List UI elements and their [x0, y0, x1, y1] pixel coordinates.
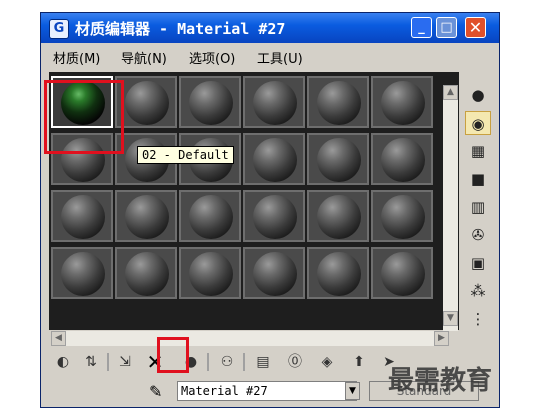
put-to-library-icon[interactable]: ⚇	[215, 350, 239, 374]
select-by-material-icon[interactable]: ⁂	[465, 279, 491, 303]
show-end-result-icon[interactable]: ◈	[315, 350, 339, 374]
minimize-button[interactable]: _	[411, 17, 432, 38]
sample-slot[interactable]	[115, 247, 177, 299]
scroll-down-icon[interactable]: ▼	[443, 311, 458, 326]
title-bar[interactable]: G 材质编辑器 - Material #27 _ □ ✕	[41, 13, 499, 43]
scroll-left-icon[interactable]: ◀	[51, 331, 66, 346]
watermark: 最需教育	[388, 366, 493, 396]
sample-slot[interactable]	[243, 247, 305, 299]
menu-material[interactable]: 材质(M)	[53, 48, 100, 67]
sample-slots-panel	[49, 72, 459, 330]
toolbar-separator	[207, 353, 209, 371]
material-sphere-icon	[317, 138, 361, 182]
sample-slot[interactable]	[243, 133, 305, 185]
go-to-parent-icon[interactable]: ⬆	[347, 350, 371, 374]
assign-to-selection-icon[interactable]: ⇲	[113, 350, 137, 374]
video-color-check-icon[interactable]: ▥	[465, 195, 491, 219]
material-sphere-icon	[61, 81, 105, 125]
material-sphere-icon	[61, 252, 105, 296]
vertical-scrollbar[interactable]: ▲ ▼	[443, 85, 458, 331]
sample-slot[interactable]	[243, 76, 305, 128]
material-sphere-icon	[61, 138, 105, 182]
material-name-field[interactable]: Material #27	[177, 381, 357, 401]
scroll-right-icon[interactable]: ▶	[434, 331, 449, 346]
slot-tooltip: 02 - Default	[137, 146, 234, 164]
material-sphere-icon	[381, 195, 425, 239]
scroll-up-icon[interactable]: ▲	[443, 85, 458, 100]
material-sphere-icon	[125, 81, 169, 125]
show-map-in-viewport-icon[interactable]: ⓪	[283, 350, 307, 374]
material-sphere-icon	[381, 81, 425, 125]
sample-slot[interactable]	[51, 133, 113, 185]
material-sphere-icon	[125, 195, 169, 239]
sample-slot[interactable]	[115, 190, 177, 242]
menu-bar: 材质(M) 导航(N) 选项(O) 工具(U)	[41, 45, 499, 67]
horizontal-scrollbar[interactable]: ◀ ▶	[51, 331, 449, 346]
window-title: 材质编辑器 - Material #27	[75, 20, 286, 38]
material-sphere-icon	[317, 195, 361, 239]
material-editor-window: G 材质编辑器 - Material #27 _ □ ✕ 材质(M) 导航(N)…	[40, 12, 500, 408]
pick-material-icon[interactable]: ✎	[149, 382, 162, 401]
toolbar-separator	[107, 353, 109, 371]
material-sphere-icon	[61, 195, 105, 239]
sample-slot[interactable]	[307, 247, 369, 299]
sample-type-sphere-icon[interactable]: ●	[465, 83, 491, 107]
get-material-icon[interactable]: ◐	[51, 350, 75, 374]
sample-uv-tiling-icon[interactable]: ■	[465, 167, 491, 191]
material-sphere-icon	[189, 195, 233, 239]
background-checker-icon[interactable]: ▦	[465, 139, 491, 163]
sample-slot[interactable]	[307, 190, 369, 242]
sample-slot[interactable]	[371, 247, 433, 299]
chevron-down-icon[interactable]: ▼	[345, 382, 360, 400]
material-sphere-icon	[253, 81, 297, 125]
options-icon[interactable]: ▣	[465, 251, 491, 275]
toolbar-separator	[243, 353, 245, 371]
material-sphere-icon	[317, 81, 361, 125]
sample-slot[interactable]	[179, 190, 241, 242]
material-id-channel-icon[interactable]: ▤	[251, 350, 275, 374]
material-sphere-icon	[317, 252, 361, 296]
reset-map-icon[interactable]: ✕	[143, 350, 167, 374]
sample-slot[interactable]	[51, 76, 113, 128]
make-preview-icon[interactable]: ✇	[465, 223, 491, 247]
material-sphere-icon	[125, 252, 169, 296]
sample-slot[interactable]	[307, 133, 369, 185]
material-sphere-icon	[189, 252, 233, 296]
sample-slot[interactable]	[371, 190, 433, 242]
sample-slot[interactable]	[243, 190, 305, 242]
menu-options[interactable]: 选项(O)	[189, 48, 235, 67]
make-unique-icon[interactable]: ●	[179, 350, 203, 374]
material-sphere-icon	[381, 252, 425, 296]
close-button[interactable]: ✕	[465, 17, 486, 38]
sample-slot[interactable]	[371, 133, 433, 185]
sample-slot[interactable]	[179, 76, 241, 128]
material-map-navigator-icon[interactable]: ⋮	[465, 307, 491, 331]
menu-tools[interactable]: 工具(U)	[257, 48, 303, 67]
material-sphere-icon	[381, 138, 425, 182]
material-sphere-icon	[189, 81, 233, 125]
maximize-button[interactable]: □	[436, 17, 457, 38]
material-sphere-icon	[253, 252, 297, 296]
menu-navigation[interactable]: 导航(N)	[121, 48, 167, 67]
app-icon: G	[49, 19, 69, 39]
sample-slot[interactable]	[371, 76, 433, 128]
sample-slot[interactable]	[51, 190, 113, 242]
backlight-icon[interactable]: ◉	[465, 111, 491, 135]
sample-slot[interactable]	[179, 247, 241, 299]
material-sphere-icon	[253, 195, 297, 239]
sample-slot[interactable]	[51, 247, 113, 299]
put-to-scene-icon[interactable]: ⇅	[79, 350, 103, 374]
material-sphere-icon	[253, 138, 297, 182]
sample-slot[interactable]	[115, 76, 177, 128]
sample-slot[interactable]	[307, 76, 369, 128]
